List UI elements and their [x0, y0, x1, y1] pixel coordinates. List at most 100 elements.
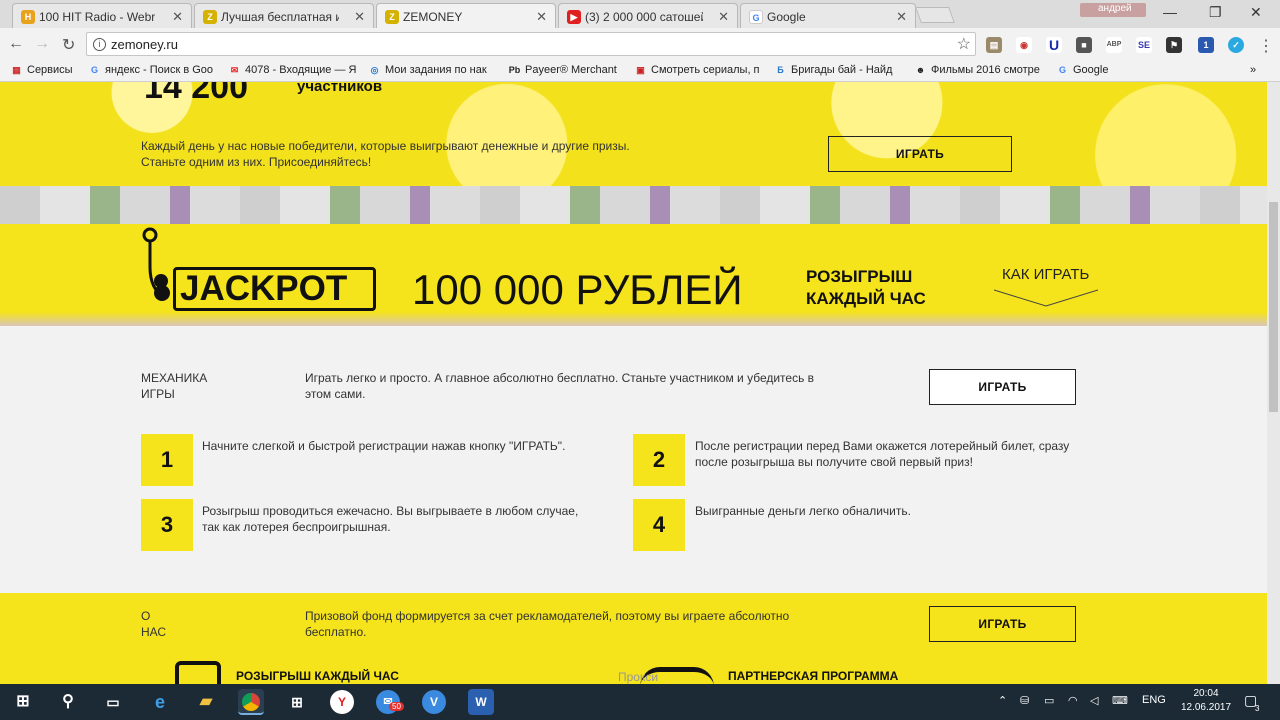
language-indicator[interactable]: ENG	[1142, 694, 1166, 706]
video-icon: ▣	[636, 65, 645, 75]
hero-play-button[interactable]: ИГРАТЬ	[828, 136, 1012, 172]
step-text: Розыгрыш проводиться ежечасно. Вы выгрыв…	[202, 504, 579, 534]
windows-taskbar: ⊞ ⚲ ▭ e ▰ ⊞ Y ✉ 50 V W ⌃ ⛁ ▭ ◠ ◁ ⌨ ENG 2…	[0, 684, 1280, 720]
store-icon[interactable]: ⊞	[284, 689, 310, 715]
extension-icon[interactable]: U	[1046, 37, 1062, 53]
search-icon[interactable]: ⚲	[55, 689, 81, 715]
wifi-icon[interactable]: ◠	[1068, 694, 1078, 707]
step-text: Начните слегкой и быстрой регистрации на…	[202, 439, 566, 453]
address-bar[interactable]: i zemoney.ru ☆	[86, 32, 976, 56]
jackpot-amount: 100 000 РУБЛЕЙ	[412, 266, 743, 313]
payeer-icon: Pb	[508, 65, 521, 75]
bookmark-serials[interactable]: ▣ Смотреть сериалы, п	[634, 64, 764, 76]
bookmark-mail[interactable]: ✉ 4078 - Входящие — Я	[228, 64, 358, 76]
tab-google[interactable]: G Google ✕	[740, 3, 916, 28]
tab-youtube[interactable]: ▶ (3) 2 000 000 сатошей в ✕	[558, 3, 738, 28]
mechanics-description: Играть легко и просто. А главное абсолют…	[305, 371, 815, 401]
globe-icon: ◎	[370, 65, 379, 75]
mechanics-play-button[interactable]: ИГРАТЬ	[929, 369, 1076, 405]
bookmark-services[interactable]: ▦ Сервисы	[10, 64, 80, 76]
chevron-down-icon	[994, 289, 1098, 307]
draw-frequency: РОЗЫГРЫШ КАЖДЫЙ ЧАС	[806, 267, 926, 308]
ticket-icon	[175, 661, 221, 684]
page-scrollbar[interactable]	[1267, 82, 1280, 684]
close-tab-icon[interactable]: ✕	[896, 9, 907, 25]
bookmarks-bar: ▦ Сервисы Gяндекс - Поиск в Goo ✉ 4078 - В…	[0, 60, 1280, 82]
bookmark-films[interactable]: ☻ Фильмы 2016 смотре	[914, 64, 1044, 76]
zemoney-favicon-icon: Z	[203, 10, 217, 24]
extension-icon[interactable]: ■	[1076, 37, 1092, 53]
close-tab-icon[interactable]: ✕	[354, 9, 365, 25]
clock[interactable]: 20:04 12.06.2017	[1176, 687, 1236, 715]
info-icon[interactable]: i	[93, 38, 106, 51]
edge-browser-icon[interactable]: e	[147, 689, 173, 715]
how-to-play-link[interactable]: КАК ИГРАТЬ	[994, 266, 1098, 308]
feature-partner-program: ПАРТНЕРСКАЯ ПРОГРАММА	[728, 669, 899, 683]
close-tab-icon[interactable]: ✕	[172, 9, 183, 25]
google-icon: G	[1058, 65, 1066, 75]
tab-lottery-game[interactable]: Z Лучшая бесплатная игр ✕	[194, 3, 374, 28]
hero-description: Каждый день у нас новые победители, кото…	[141, 139, 630, 169]
windows-start-icon[interactable]: ⊞	[10, 689, 36, 715]
bookmark-yandex[interactable]: Gяндекс - Поиск в Goo	[88, 64, 216, 76]
mechanics-section: МЕХАНИКА ИГРЫ Играть легко и просто. А г…	[0, 341, 1267, 593]
tab-zemoney[interactable]: Z ZEMONEY ✕	[376, 3, 556, 28]
feature-hourly-draw: РОЗЫГРЫШ КАЖДЫЙ ЧАС	[236, 669, 399, 683]
youtube-favicon-icon: ▶	[567, 10, 581, 24]
more-bookmarks-icon[interactable]: »	[1250, 64, 1256, 76]
menu-icon[interactable]: ⋮	[1258, 36, 1274, 56]
step-text: Выигранные деньги легко обналичить.	[695, 504, 911, 518]
file-explorer-icon[interactable]: ▰	[193, 689, 219, 715]
extension-icon[interactable]: SE	[1136, 37, 1152, 53]
close-tab-icon[interactable]: ✕	[718, 9, 729, 25]
tab-hit-radio[interactable]: H 100 HIT Radio - Webr ✕	[12, 3, 192, 28]
zemoney-favicon-icon: Z	[385, 10, 399, 24]
extension-icon[interactable]: 1	[1198, 37, 1214, 53]
adblock-icon[interactable]: ABP	[1106, 37, 1122, 53]
task-view-icon[interactable]: ▭	[100, 689, 126, 715]
apps-grid-icon: ▦	[12, 65, 21, 75]
extension-icon[interactable]: ⚑	[1166, 37, 1182, 53]
joystick-icon	[142, 227, 170, 301]
close-tab-icon[interactable]: ✕	[536, 9, 547, 25]
back-arrow-icon[interactable]: ←	[8, 35, 24, 53]
url-text[interactable]: zemoney.ru	[111, 37, 178, 52]
bookmark-star-icon[interactable]: ☆	[957, 34, 971, 54]
extension-icon[interactable]: ◉	[1016, 37, 1032, 53]
browser-tab-strip: H 100 HIT Radio - Webr ✕ Z Лучшая беспла…	[0, 0, 1280, 28]
bookmark-tasks[interactable]: ◎ Мои задания по нак	[368, 64, 498, 76]
radio-favicon-icon: H	[21, 10, 35, 24]
film-icon: ☻	[915, 65, 926, 75]
vk-app-icon[interactable]: V	[422, 690, 446, 714]
minimize-icon[interactable]: —	[1163, 4, 1177, 20]
battery-icon[interactable]: ▭	[1044, 694, 1054, 707]
chrome-taskbar-icon[interactable]	[238, 689, 264, 715]
tray-expand-icon[interactable]: ⌃	[998, 694, 1007, 707]
participants-count: 14 200	[144, 82, 248, 106]
extension-icon[interactable]: ✓	[1228, 37, 1244, 53]
forward-arrow-icon[interactable]: →	[34, 35, 50, 53]
maximize-icon[interactable]: ❐	[1209, 4, 1222, 21]
about-play-button[interactable]: ИГРАТЬ	[929, 606, 1076, 642]
mechanics-title: МЕХАНИКА ИГРЫ	[141, 371, 208, 401]
reload-icon[interactable]: ↻	[62, 35, 75, 55]
bookmark-google[interactable]: G Google	[1056, 64, 1126, 76]
new-tab-button[interactable]	[915, 7, 955, 23]
bookmark-brigady[interactable]: Б Бригады бай - Найд	[774, 64, 904, 76]
about-title: О НАС	[141, 609, 167, 639]
network-tray-icon[interactable]: ⛁	[1020, 694, 1029, 707]
yandex-browser-icon[interactable]: Y	[330, 690, 354, 714]
profile-button[interactable]: андрей	[1080, 3, 1146, 17]
google-icon: G	[90, 65, 98, 75]
close-window-icon[interactable]: ✕	[1250, 4, 1262, 21]
keyboard-icon[interactable]: ⌨	[1112, 694, 1128, 707]
scrollbar-thumb[interactable]	[1269, 202, 1278, 412]
participants-label: участников	[297, 82, 383, 95]
bookmark-payeer[interactable]: Pb Payeer® Merchant	[508, 64, 626, 76]
extension-icon[interactable]: ▤	[986, 37, 1002, 53]
volume-icon[interactable]: ◁	[1090, 694, 1098, 707]
page-content: 14 200 участников Каждый день у нас новы…	[0, 82, 1267, 684]
word-app-icon[interactable]: W	[468, 689, 494, 715]
bookmark-site-icon: Б	[777, 65, 784, 75]
lottery-balls-decoration	[0, 186, 1267, 224]
